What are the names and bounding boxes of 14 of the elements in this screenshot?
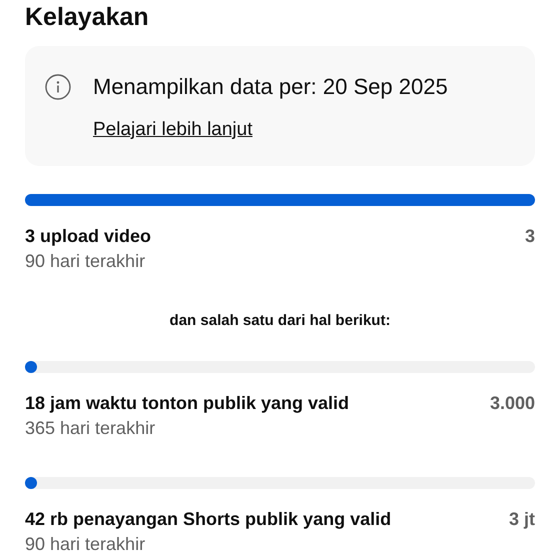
requirement-label: 42 rb penayangan Shorts publik yang valid	[25, 508, 392, 531]
period-text: 90 hari terakhir	[25, 533, 146, 556]
requirement-label: 18 jam waktu tonton publik yang valid	[25, 392, 350, 415]
period-text: 365 hari terakhir	[25, 417, 156, 440]
requirement-value: 3 jt	[508, 508, 535, 531]
learn-more-link[interactable]: Pelajari lebih lanjut	[93, 118, 252, 142]
info-icon	[45, 74, 71, 100]
requirement-value: 3.000	[490, 392, 535, 415]
page-title: Kelayakan	[25, 2, 150, 32]
requirement-value: 3	[524, 225, 535, 248]
separator-text: dan salah satu dari hal berikut:	[168, 312, 392, 329]
notice-text: Menampilkan data per: 20 Sep 2025	[93, 73, 448, 101]
requirement-label: 3 upload video	[25, 225, 152, 248]
period-text: 90 hari terakhir	[25, 250, 146, 273]
